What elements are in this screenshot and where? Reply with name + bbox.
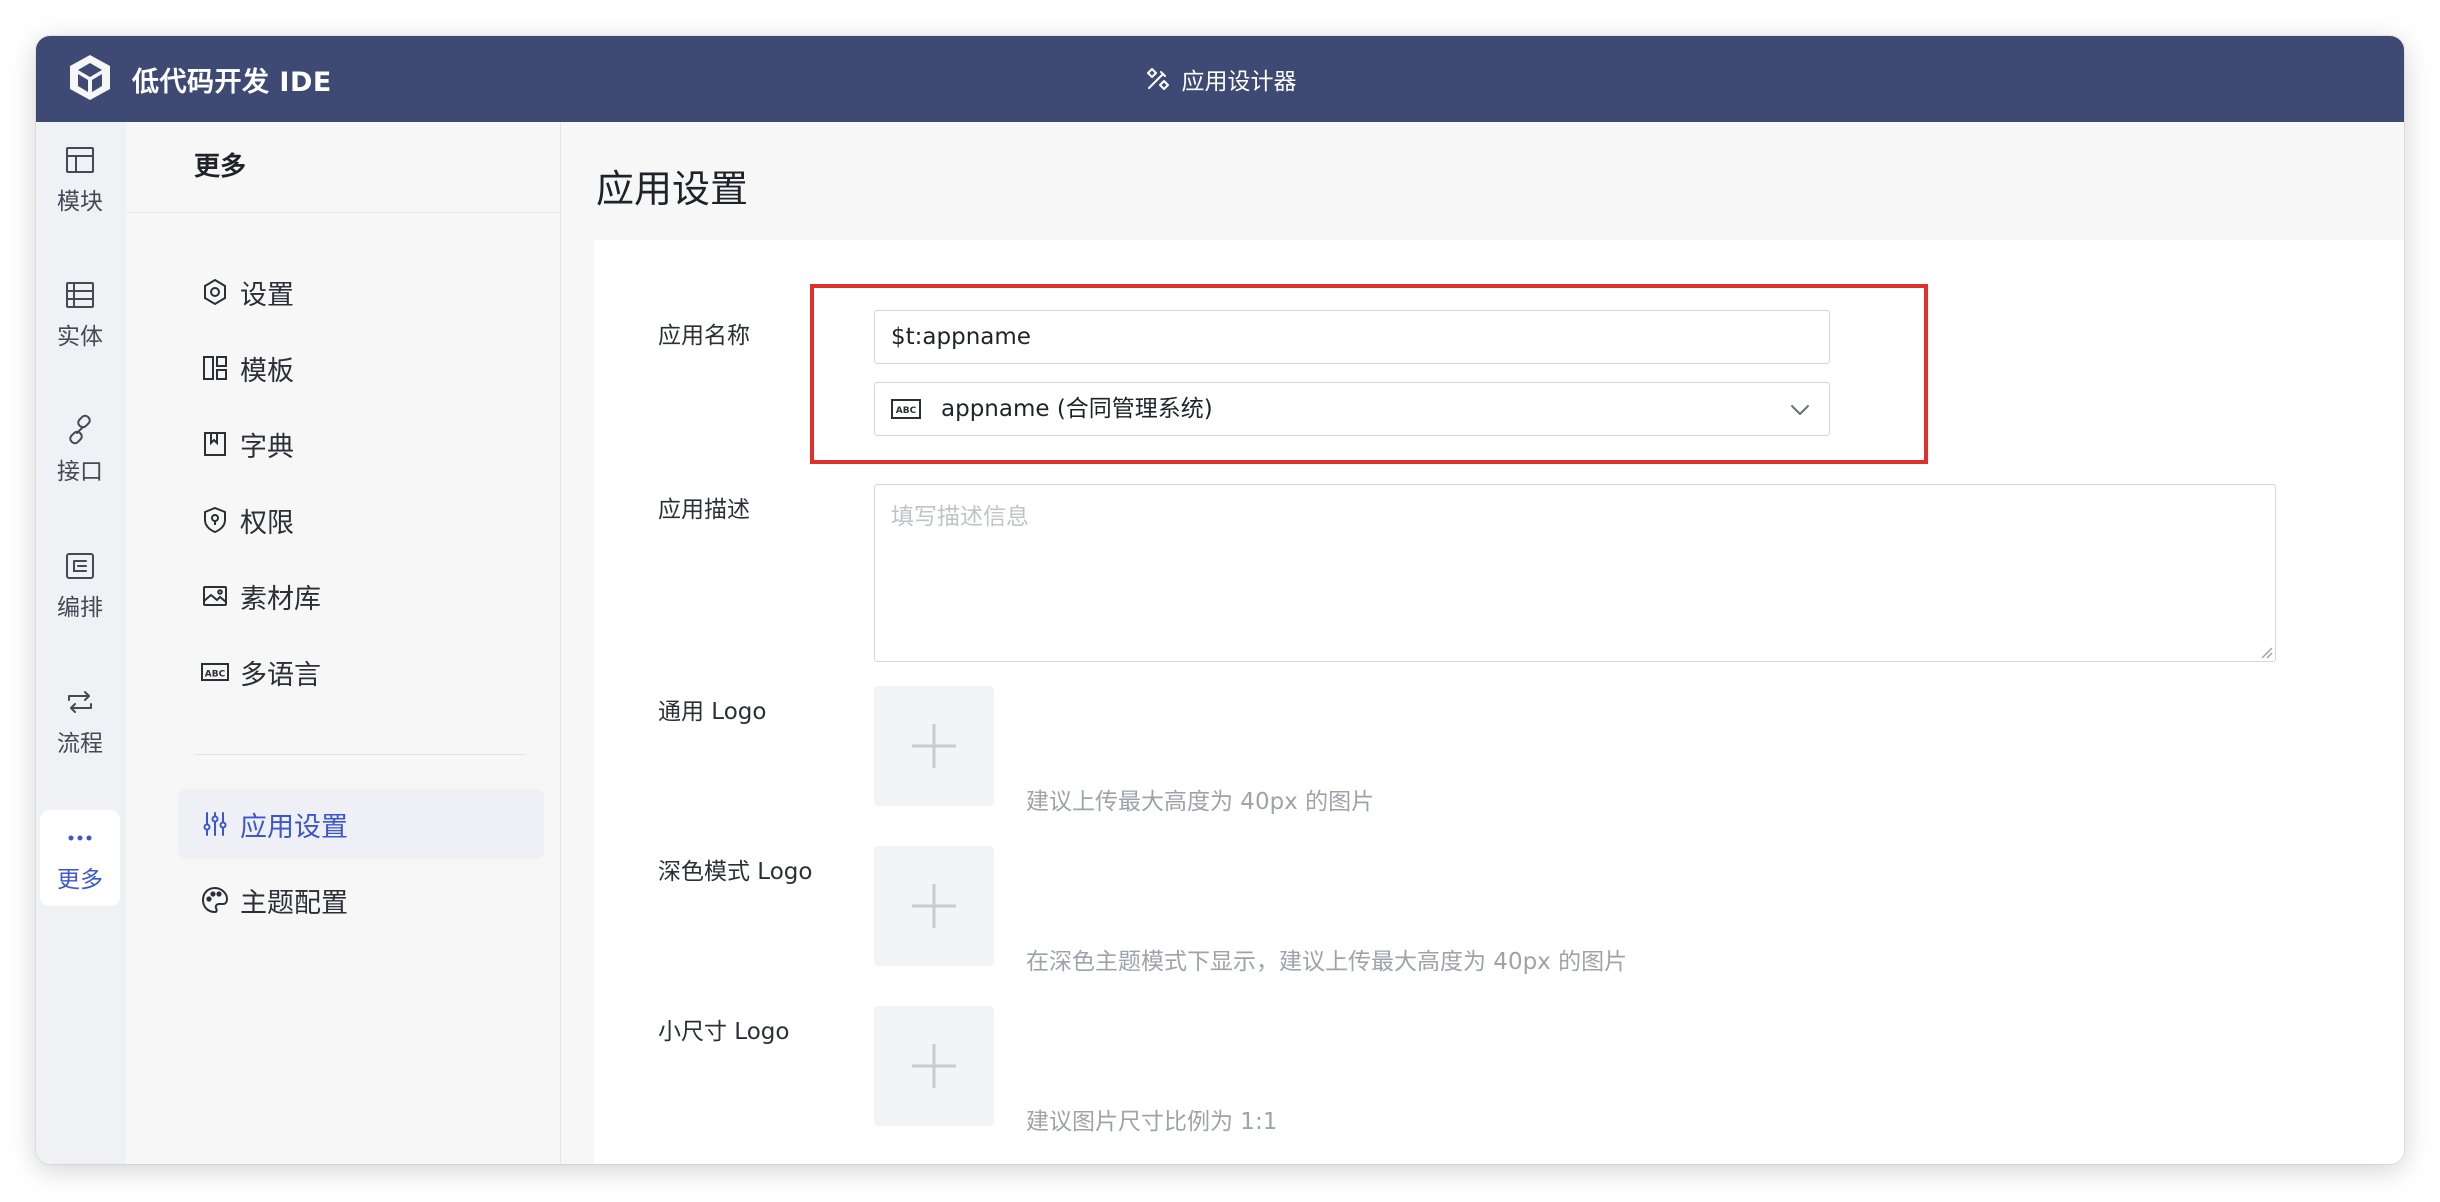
rail-item-label: 流程 <box>57 731 103 757</box>
layout-icon <box>66 147 94 173</box>
plus-icon <box>912 884 956 928</box>
more-panel: 更多 设置 模板 字典 权限 素材库 ABC 多语言 应用设置 主题配置 <box>126 122 561 1164</box>
panel-header: 更多 <box>126 122 560 213</box>
abc-icon: ABC <box>891 399 921 419</box>
settings-icon <box>204 278 226 306</box>
orchestrate-icon <box>66 553 94 579</box>
svg-text:ABC: ABC <box>205 670 226 680</box>
logo-small-label: 小尺寸 Logo <box>658 1019 790 1045</box>
bookmark-icon <box>204 432 226 456</box>
top-bar: 低代码开发 IDE 应用设计器 <box>36 36 2404 122</box>
rail-item-flow[interactable]: 流程 <box>40 674 120 770</box>
menu-item-templates[interactable]: 模板 <box>178 333 544 403</box>
resize-handle-icon[interactable] <box>2259 645 2273 659</box>
logo-general-upload[interactable] <box>874 686 994 806</box>
i18n-key-select[interactable]: ABC appname (合同管理系统) <box>874 382 1830 436</box>
logo-small-upload[interactable] <box>874 1006 994 1126</box>
menu-item-assets[interactable]: 素材库 <box>178 561 544 631</box>
logo-general-hint: 建议上传最大高度为 40px 的图片 <box>1026 789 1375 815</box>
image-icon <box>203 586 227 606</box>
chevron-down-icon <box>1791 405 1809 415</box>
logo-dark-upload[interactable] <box>874 846 994 966</box>
menu-item-label: 主题配置 <box>240 887 348 919</box>
menu-item-label: 权限 <box>240 507 294 539</box>
rail-item-api[interactable]: 接口 <box>40 402 120 498</box>
menu-item-label: 素材库 <box>240 583 321 615</box>
logo-general-label: 通用 Logo <box>658 699 767 725</box>
rail-item-label: 更多 <box>57 867 103 893</box>
menu-item-permissions[interactable]: 权限 <box>178 485 544 555</box>
app-name-label: 应用名称 <box>658 323 750 349</box>
designer-icon <box>1146 68 1169 90</box>
rail-item-more[interactable]: 更多 <box>40 810 120 906</box>
menu-item-app-settings[interactable]: 应用设置 <box>178 789 544 859</box>
rail-item-label: 实体 <box>57 324 103 350</box>
app-desc-label: 应用描述 <box>658 497 750 523</box>
menu-item-label: 设置 <box>240 279 294 311</box>
menu-item-theme[interactable]: 主题配置 <box>178 865 544 935</box>
menu-item-settings[interactable]: 设置 <box>178 257 544 327</box>
rail-item-orchestrate[interactable]: 编排 <box>40 538 120 634</box>
app-name-input[interactable]: $t:appname <box>874 310 1830 364</box>
plus-icon <box>912 724 956 768</box>
rail-item-modules[interactable]: 模块 <box>40 132 120 228</box>
rail-item-label: 模块 <box>57 189 103 215</box>
menu-item-label: 字典 <box>240 431 294 463</box>
app-window: 低代码开发 IDE 应用设计器 模块 实体 接口 编排 流程 更多 更多 设置 … <box>36 36 2404 1164</box>
abc-icon: ABC <box>201 663 229 681</box>
main-area: 应用设置 应用名称 $t:appname ABC appname (合同管理系统… <box>560 122 2404 1164</box>
logo-dark-hint: 在深色主题模式下显示，建议上传最大高度为 40px 的图片 <box>1026 949 1628 975</box>
menu-item-label: 多语言 <box>240 659 321 691</box>
menu-item-dictionary[interactable]: 字典 <box>178 409 544 479</box>
sliders-icon <box>203 812 227 836</box>
panel-title: 更多 <box>194 152 247 182</box>
palette-icon <box>201 886 229 914</box>
link-icon <box>69 414 91 445</box>
i18n-select-value: appname (合同管理系统) <box>941 396 1213 422</box>
logo-small-hint: 建议图片尺寸比例为 1:1 <box>1026 1109 1278 1135</box>
settings-form: 应用名称 $t:appname ABC appname (合同管理系统) 应用描… <box>594 240 2404 1164</box>
loop-icon <box>68 691 92 713</box>
designer-title-text: 应用设计器 <box>1181 69 1297 95</box>
table-icon <box>66 282 94 308</box>
app-desc-textarea[interactable]: 填写描述信息 <box>874 484 2276 662</box>
menu-item-label: 模板 <box>240 355 294 387</box>
page-title: 应用设置 <box>596 167 749 211</box>
shield-icon <box>204 506 226 534</box>
app-desc-placeholder: 填写描述信息 <box>891 504 1029 530</box>
designer-title: 应用设计器 <box>36 36 2404 122</box>
menu-item-i18n[interactable]: ABC 多语言 <box>178 637 544 707</box>
rail-item-label: 接口 <box>57 459 103 485</box>
rail-item-entities[interactable]: 实体 <box>40 267 120 363</box>
icon-rail: 模块 实体 接口 编排 流程 更多 <box>36 122 126 1164</box>
panel-divider <box>194 754 526 755</box>
more-icon <box>68 835 92 841</box>
plus-icon <box>912 1044 956 1088</box>
rail-item-label: 编排 <box>57 595 103 621</box>
svg-text:ABC: ABC <box>896 406 917 416</box>
menu-item-label: 应用设置 <box>240 811 348 843</box>
logo-dark-label: 深色模式 Logo <box>658 859 813 885</box>
template-icon <box>203 356 227 380</box>
